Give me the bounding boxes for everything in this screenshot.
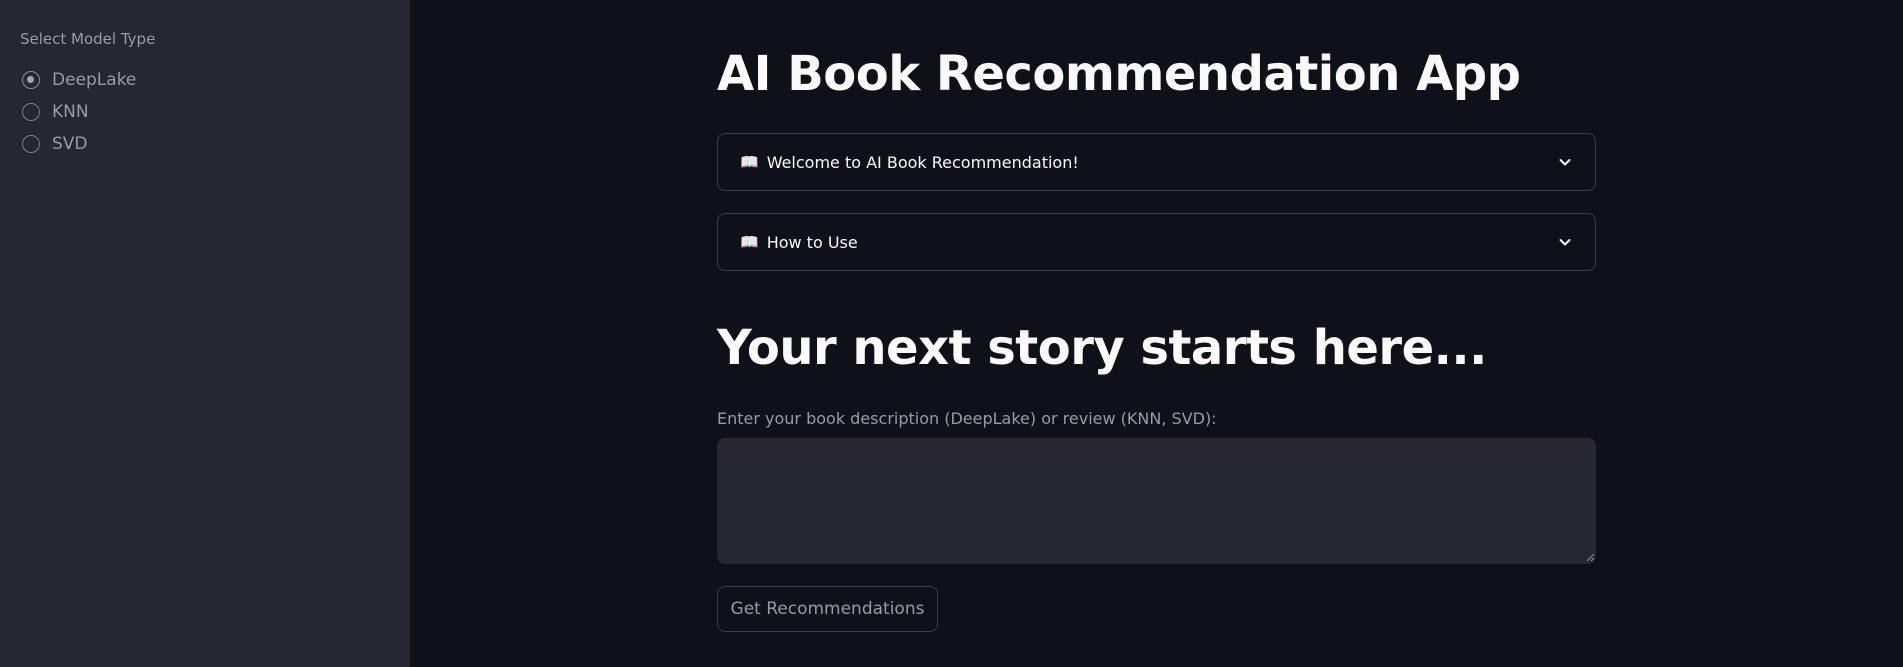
expander-how-to-use-label: How to Use	[766, 232, 858, 252]
radio-label-deeplake: DeepLake	[52, 70, 137, 90]
description-input-label: Enter your book description (DeepLake) o…	[717, 409, 1217, 428]
page-title: AI Book Recommendation App	[717, 46, 1521, 102]
sidebar: Select Model Type DeepLake KNN SVD	[0, 0, 410, 667]
open-book-icon: 📖	[740, 233, 759, 251]
radio-option-svd[interactable]: SVD	[22, 128, 136, 160]
radio-option-knn[interactable]: KNN	[22, 96, 136, 128]
model-type-label: Select Model Type	[20, 30, 156, 48]
radio-option-deeplake[interactable]: DeepLake	[22, 64, 136, 96]
radio-selected-icon[interactable]	[22, 71, 40, 89]
chevron-down-icon[interactable]	[1557, 154, 1573, 170]
book-description-textarea[interactable]	[717, 438, 1596, 564]
open-book-icon: 📖	[740, 153, 759, 171]
expander-how-to-use[interactable]: 📖 How to Use	[717, 213, 1596, 271]
radio-unselected-icon[interactable]	[22, 135, 40, 153]
section-heading: Your next story starts here...	[717, 320, 1487, 376]
expander-welcome[interactable]: 📖 Welcome to AI Book Recommendation!	[717, 133, 1596, 191]
get-recommendations-button[interactable]: Get Recommendations	[717, 586, 938, 632]
radio-label-knn: KNN	[52, 102, 89, 122]
model-type-radio-group: DeepLake KNN SVD	[22, 64, 136, 160]
radio-unselected-icon[interactable]	[22, 103, 40, 121]
expander-welcome-label: Welcome to AI Book Recommendation!	[766, 152, 1079, 172]
radio-label-svd: SVD	[52, 134, 88, 154]
chevron-down-icon[interactable]	[1557, 234, 1573, 250]
app: Select Model Type DeepLake KNN SVD AI Bo…	[0, 0, 1903, 667]
resize-handle-icon[interactable]	[1585, 552, 1595, 562]
